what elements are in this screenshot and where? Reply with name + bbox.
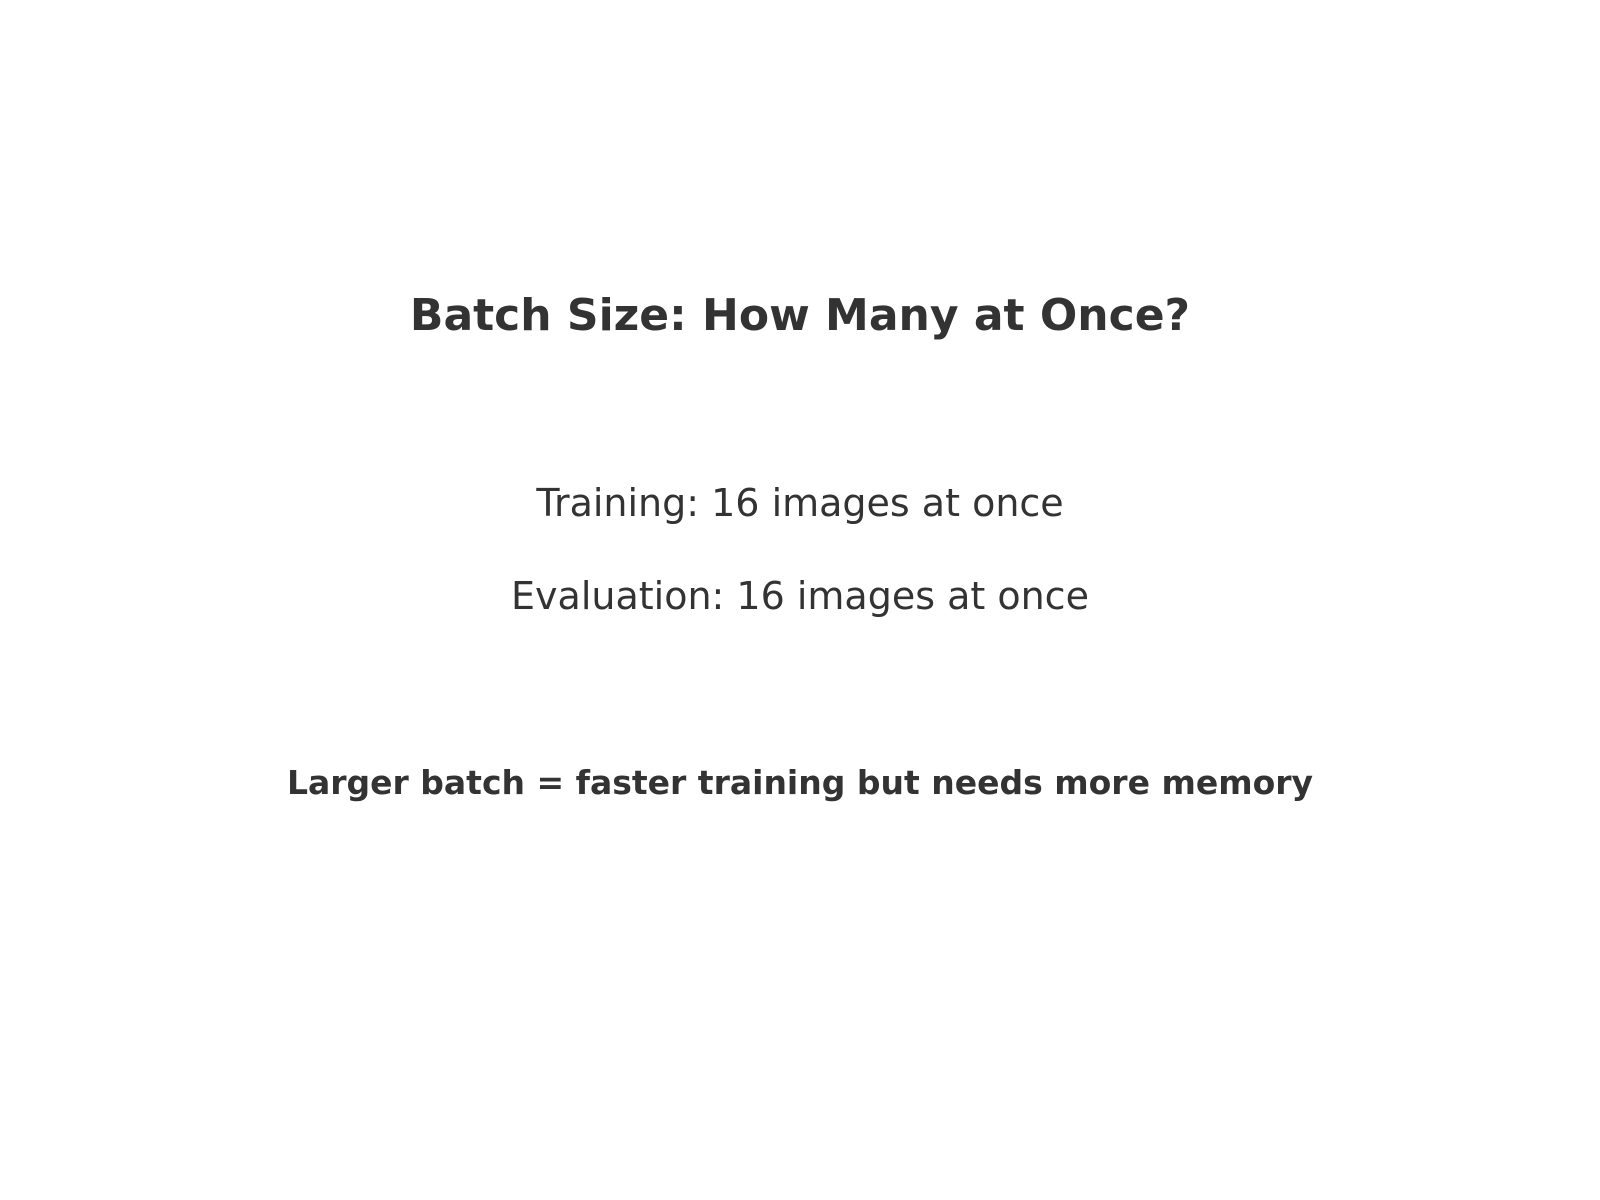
batch-size-note: Larger batch = faster training but needs…	[286, 763, 1314, 802]
evaluation-batch-size-text: Evaluation: 16 images at once	[511, 574, 1089, 618]
slide-title: Batch Size: How Many at Once?	[409, 290, 1191, 341]
training-batch-size-text: Training: 16 images at once	[536, 481, 1064, 525]
